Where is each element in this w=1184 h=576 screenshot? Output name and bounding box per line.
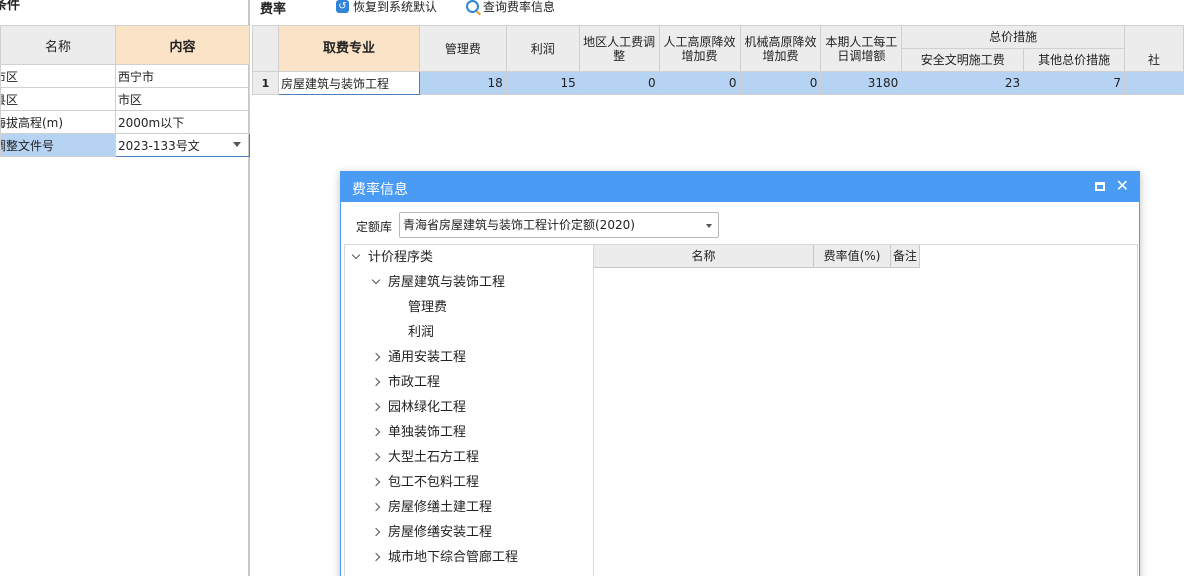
condition-row-adjust-doc[interactable]: 调整文件号 2023-133号文 — [0, 133, 250, 157]
tree-item-label: 园林绿化工程 — [388, 400, 467, 415]
tree-item-label: 管理费 — [408, 300, 448, 315]
category-tree: 计价程序类房屋建筑与装饰工程管理费利润通用安装工程 市政工程园林绿化工程 单独装饰工… — [344, 244, 594, 576]
chevron-right-icon[interactable] — [371, 477, 381, 487]
condition-name: 海拔高程(m) — [0, 110, 116, 134]
dialog-title: 费率信息 — [352, 182, 408, 198]
col-header-machine-plateau[interactable]: 机械高原降效增加费 — [739, 25, 822, 72]
tree-item-label: 利润 — [408, 325, 435, 340]
cell-labor-plateau[interactable]: 0 — [658, 71, 741, 95]
condition-value[interactable]: 市区 — [115, 87, 250, 111]
query-rate-button[interactable]: 查询费率信息 — [466, 0, 555, 15]
condition-name: 县区 — [0, 87, 116, 111]
search-icon — [466, 0, 479, 13]
rate-list: 名称 费率值(%) 备注 — [594, 244, 1138, 576]
condition-header-name: 名称 — [0, 25, 116, 65]
adjust-doc-value: 2023-133号文 — [118, 138, 200, 153]
condition-value[interactable]: 2000m以下 — [115, 110, 250, 134]
tree-item-label: 城市地下综合管廊工程 — [388, 550, 519, 565]
cell-profit[interactable]: 15 — [505, 71, 580, 95]
maximize-icon[interactable] — [1095, 182, 1105, 191]
close-icon[interactable]: ✕ — [1116, 177, 1129, 195]
tree-item-label: 包工不包料工程 — [388, 475, 480, 490]
chevron-right-icon[interactable] — [371, 352, 381, 362]
col-header-safe-civil[interactable]: 安全文明施工费 — [901, 48, 1025, 72]
cell-other-measures[interactable]: 7 — [1023, 71, 1125, 95]
tree-item-label: 房屋修缮土建工程 — [388, 500, 493, 515]
col-header-profit[interactable]: 利润 — [505, 25, 580, 72]
cell-daily-wage[interactable]: 3180 — [820, 71, 903, 95]
cell-mgmt[interactable]: 18 — [418, 71, 507, 95]
condition-panel-title: 条件 — [0, 0, 21, 13]
rate-grid: 取费专业 管理费 利润 地区人工费调整 人工高原降效增加费 机械高原降效增加费 … — [252, 25, 1184, 95]
col-header-other-measures[interactable]: 其他总价措施 — [1023, 48, 1125, 72]
chevron-right-icon[interactable] — [371, 377, 381, 387]
quota-lib-value: 青海省房屋建筑与装饰工程计价定额(2020) — [403, 218, 635, 232]
chevron-down-icon[interactable] — [371, 275, 381, 285]
condition-table: 名称 内容 市区 西宁市 县区 市区 海拔高程(m) 2000m以下 调整文件号… — [0, 25, 250, 157]
condition-name: 调整文件号 — [0, 133, 116, 157]
tree-item-label: 房屋修缮安装工程 — [388, 525, 493, 540]
condition-row-city[interactable]: 市区 西宁市 — [0, 64, 250, 88]
cell-spec[interactable]: 房屋建筑与装饰工程 — [277, 71, 420, 95]
tree-item-label: 单独装饰工程 — [388, 425, 467, 440]
chevron-down-icon[interactable] — [351, 250, 361, 260]
condition-name: 市区 — [0, 64, 116, 88]
cell-social[interactable] — [1124, 71, 1184, 95]
chevron-right-icon[interactable] — [371, 402, 381, 412]
col-header-labor-plateau[interactable]: 人工高原降效增加费 — [658, 25, 741, 72]
row-index: 1 — [252, 71, 279, 95]
rate-list-header: 名称 费率值(%) 备注 — [594, 245, 920, 268]
chevron-right-icon[interactable] — [371, 527, 381, 537]
condition-row-county[interactable]: 县区 市区 — [0, 87, 250, 111]
chevron-down-icon — [706, 224, 712, 228]
col-header-total-measures: 总价措施 — [901, 25, 1125, 49]
col-header-social-top — [1124, 25, 1184, 49]
col-header-regional-adj[interactable]: 地区人工费调整 — [578, 25, 660, 72]
row-index-header — [252, 25, 279, 72]
tree-item-label: 房屋建筑与装饰工程 — [388, 275, 506, 290]
col-header-daily-wage[interactable]: 本期人工每工日调增额 — [820, 25, 903, 72]
query-rate-label: 查询费率信息 — [483, 0, 556, 14]
restore-default-label: 恢复到系统默认 — [353, 0, 438, 14]
tree-item-label: 市政工程 — [388, 375, 441, 390]
col-header-social[interactable]: 社 — [1124, 48, 1184, 72]
quota-lib-label: 定额库 — [356, 220, 393, 234]
quota-lib-select[interactable]: 青海省房屋建筑与装饰工程计价定额(2020) — [399, 212, 719, 238]
condition-row-altitude[interactable]: 海拔高程(m) 2000m以下 — [0, 110, 250, 134]
list-header-rate[interactable]: 费率值(%) — [814, 245, 891, 268]
dialog-titlebar[interactable]: 费率信息 ✕ — [341, 172, 1139, 202]
cell-machine-plateau[interactable]: 0 — [739, 71, 822, 95]
cell-safe-civil[interactable]: 23 — [901, 71, 1025, 95]
adjust-doc-select[interactable]: 2023-133号文 — [115, 133, 250, 157]
condition-header-content: 内容 — [115, 25, 250, 65]
tree-item-label: 计价程序类 — [368, 250, 434, 265]
condition-panel: 条件 名称 内容 市区 西宁市 县区 市区 海拔高程(m) 2000m以下 调整… — [0, 0, 250, 576]
restore-icon: ↺ — [336, 0, 349, 13]
col-header-mgmt[interactable]: 管理费 — [418, 25, 507, 72]
chevron-right-icon[interactable] — [371, 427, 381, 437]
condition-value[interactable]: 西宁市 — [115, 64, 250, 88]
restore-default-button[interactable]: ↺ 恢复到系统默认 — [336, 0, 437, 15]
rate-info-dialog: 费率信息 ✕ 定额库 青海省房屋建筑与装饰工程计价定额(2020) 计价程序类房… — [340, 171, 1140, 576]
chevron-right-icon[interactable] — [371, 552, 381, 562]
col-header-spec[interactable]: 取费专业 — [277, 25, 420, 72]
cell-regional-adj[interactable]: 0 — [578, 71, 660, 95]
dropdown-arrow-icon[interactable] — [233, 142, 241, 147]
table-row[interactable]: 1 房屋建筑与装饰工程 18 15 0 0 0 3180 23 7 — [252, 71, 1184, 95]
list-header-note[interactable]: 备注 — [891, 245, 920, 268]
tree-item-label: 大型土石方工程 — [388, 450, 480, 465]
rate-toolbar: 费率 ↺ 恢复到系统默认 查询费率信息 — [252, 0, 1184, 17]
chevron-right-icon[interactable] — [371, 452, 381, 462]
chevron-right-icon[interactable] — [371, 502, 381, 512]
list-header-name[interactable]: 名称 — [594, 245, 814, 268]
rate-title: 费率 — [260, 2, 287, 17]
tree-item-label: 通用安装工程 — [388, 350, 467, 365]
